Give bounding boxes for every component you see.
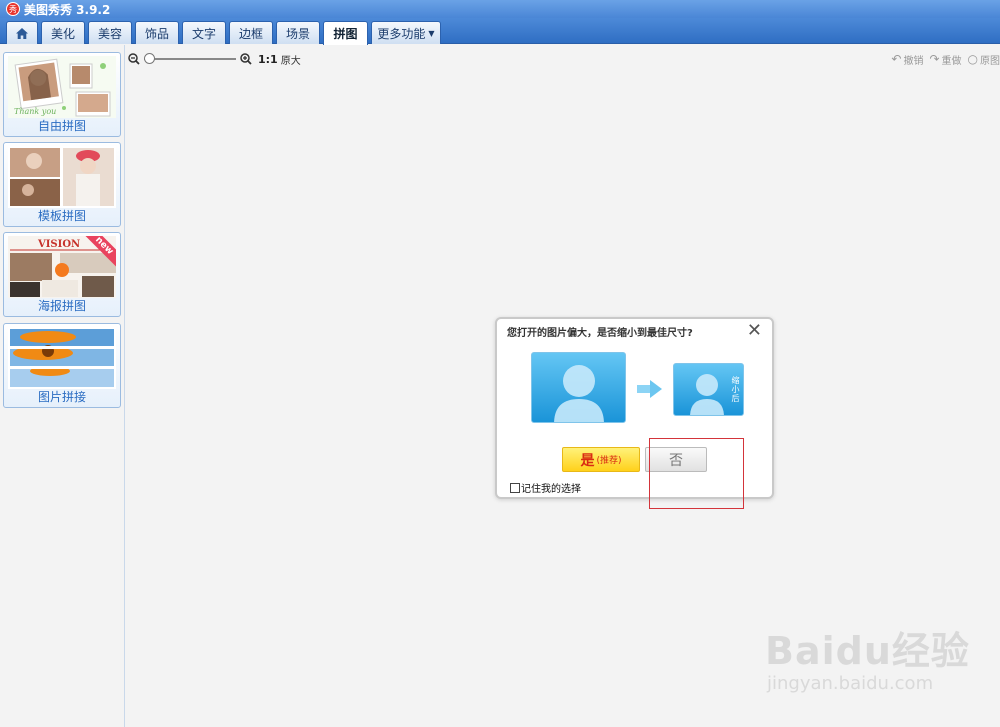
zoom-slider[interactable]: [144, 53, 236, 64]
tab-beautify[interactable]: 美化: [41, 21, 85, 44]
recommended-label: (推荐): [596, 456, 622, 466]
annotation-highlight-box: [649, 438, 744, 509]
arrow-right-icon: [637, 380, 662, 398]
original-size-label[interactable]: 原大: [281, 52, 301, 67]
collage-mode-sidebar: Thank you 自由拼图 模板拼图 VISION new 海报拼图 图片拼接: [0, 45, 125, 727]
tab-text[interactable]: 文字: [182, 21, 226, 44]
tab-label: 文字: [191, 26, 216, 41]
undo-label: 撤销: [903, 55, 924, 67]
tab-scene[interactable]: 场景: [276, 21, 320, 44]
template-collage-card[interactable]: 模板拼图: [3, 142, 121, 227]
undo-icon: ↶: [891, 52, 902, 66]
watermark-sub: jingyan.baidu.com: [767, 673, 934, 694]
redo-icon: ↷: [929, 52, 940, 66]
yes-label: 是: [580, 452, 595, 469]
tab-label: 更多功能: [377, 26, 426, 41]
poster-collage-thumbnail: VISION new: [8, 236, 116, 298]
template-collage-thumbnail: [8, 146, 116, 208]
remember-label: 记住我的选择: [521, 484, 581, 495]
zoom-toolbar: 1:1 原大: [128, 50, 301, 68]
resized-image-avatar: 缩小后: [673, 363, 744, 416]
zoom-in-icon[interactable]: [240, 53, 252, 65]
image-stitch-thumbnail: [8, 327, 116, 389]
yes-resize-button[interactable]: 是 (推荐): [562, 447, 640, 472]
tab-label: 美化: [50, 26, 75, 41]
tab-label: 拼图: [333, 27, 358, 41]
tab-face[interactable]: 美容: [88, 21, 132, 44]
undo-button[interactable]: ↶ 撤销: [891, 52, 923, 67]
large-image-avatar: [531, 352, 626, 423]
main-tab-bar: 美化 美容 饰品 文字 边框 场景 拼图 更多功能 ▼: [0, 18, 1000, 45]
baidu-jingyan-watermark: Baidu经验 jingyan.baidu.com: [765, 620, 970, 694]
image-stitch-card[interactable]: 图片拼接: [3, 323, 121, 408]
tab-home[interactable]: [6, 21, 38, 44]
tab-accessories[interactable]: 饰品: [135, 21, 179, 44]
tab-label: 美容: [97, 26, 122, 41]
template-collage-label: 模板拼图: [37, 209, 86, 223]
original-image-button[interactable]: ○ 原图: [968, 52, 1000, 67]
title-bar: 秀 美图秀秀 3.9.2: [0, 0, 1000, 18]
free-collage-card[interactable]: Thank you 自由拼图: [3, 52, 121, 137]
circle-icon: ○: [967, 52, 978, 66]
app-title: 美图秀秀 3.9.2: [24, 2, 111, 17]
watermark-main: Baidu经验: [765, 629, 970, 673]
remember-choice-option[interactable]: 记住我的选择: [510, 480, 581, 495]
original-image-label: 原图: [980, 55, 1000, 67]
close-icon[interactable]: ✕: [747, 321, 762, 341]
poster-collage-label: 海报拼图: [37, 299, 86, 313]
dialog-title: 您打开的图片偏大，是否缩小到最佳尺寸?: [507, 328, 693, 339]
history-toolbar: ↶ 撤销 ↷ 重做 ○ 原图: [885, 51, 1000, 67]
home-icon: [16, 27, 28, 39]
tab-more-features[interactable]: 更多功能 ▼: [371, 21, 441, 44]
remember-checkbox[interactable]: [510, 482, 520, 493]
free-collage-label: 自由拼图: [37, 119, 86, 133]
image-stitch-label: 图片拼接: [37, 390, 86, 404]
tab-label: 边框: [238, 26, 263, 41]
resized-note: 缩小后: [731, 376, 740, 403]
poster-collage-card[interactable]: VISION new 海报拼图: [3, 232, 121, 317]
zoom-slider-knob[interactable]: [144, 53, 155, 64]
caret-down-icon: ▼: [428, 28, 435, 38]
tab-label: 饰品: [144, 26, 169, 41]
poster-thumb-heading: VISION: [37, 239, 80, 250]
tab-label: 场景: [285, 26, 310, 41]
redo-button[interactable]: ↷ 重做: [929, 52, 961, 67]
actual-size-button[interactable]: 1:1: [258, 53, 278, 66]
person-icon: [554, 365, 604, 422]
redo-label: 重做: [941, 55, 962, 67]
app-logo-icon: 秀: [6, 2, 20, 16]
tab-collage[interactable]: 拼图: [323, 21, 368, 45]
tab-frame[interactable]: 边框: [229, 21, 273, 44]
free-collage-thumbnail: Thank you: [8, 56, 116, 118]
zoom-out-icon[interactable]: [128, 53, 140, 65]
svg-text:Thank you: Thank you: [14, 107, 56, 116]
